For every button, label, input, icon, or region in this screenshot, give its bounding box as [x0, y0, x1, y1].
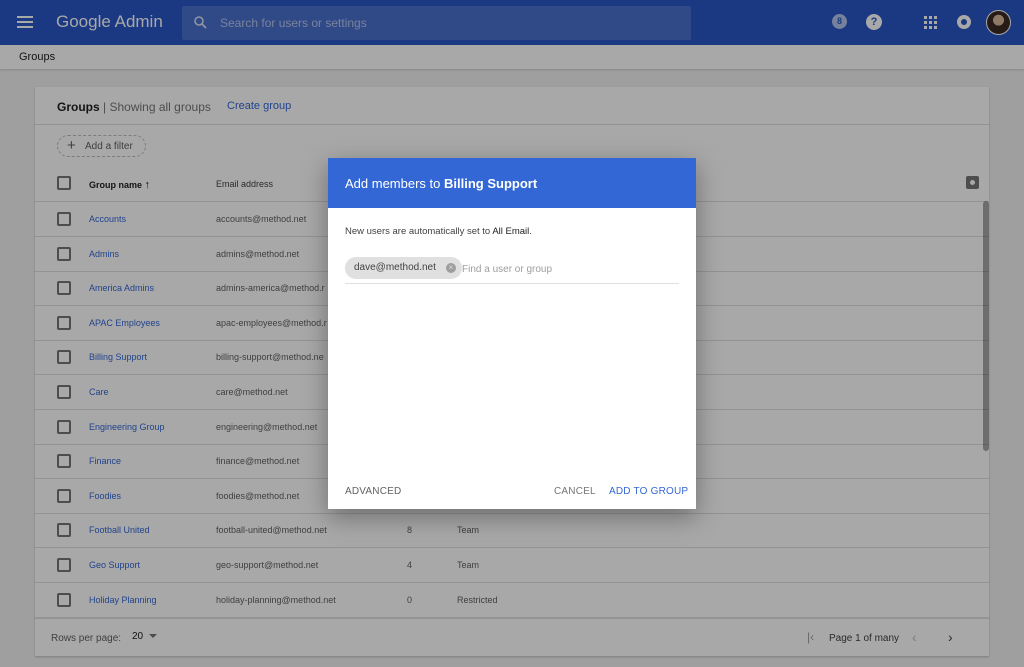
input-underline — [345, 283, 679, 284]
cancel-button[interactable]: CANCEL — [554, 486, 596, 497]
add-to-group-button[interactable]: ADD TO GROUP — [609, 486, 688, 497]
dialog-info-text: New users are automatically set to All E… — [345, 226, 532, 237]
member-chip-label: dave@method.net — [354, 262, 436, 273]
add-members-dialog: Add members to Billing Support New users… — [328, 158, 696, 509]
member-chip: dave@method.net × — [345, 257, 462, 279]
advanced-button[interactable]: ADVANCED — [345, 486, 401, 497]
dialog-header: Add members to Billing Support — [328, 158, 696, 208]
remove-chip-icon[interactable]: × — [445, 263, 456, 273]
dialog-title: Add members to Billing Support — [345, 176, 538, 191]
find-member-input[interactable] — [462, 261, 672, 277]
